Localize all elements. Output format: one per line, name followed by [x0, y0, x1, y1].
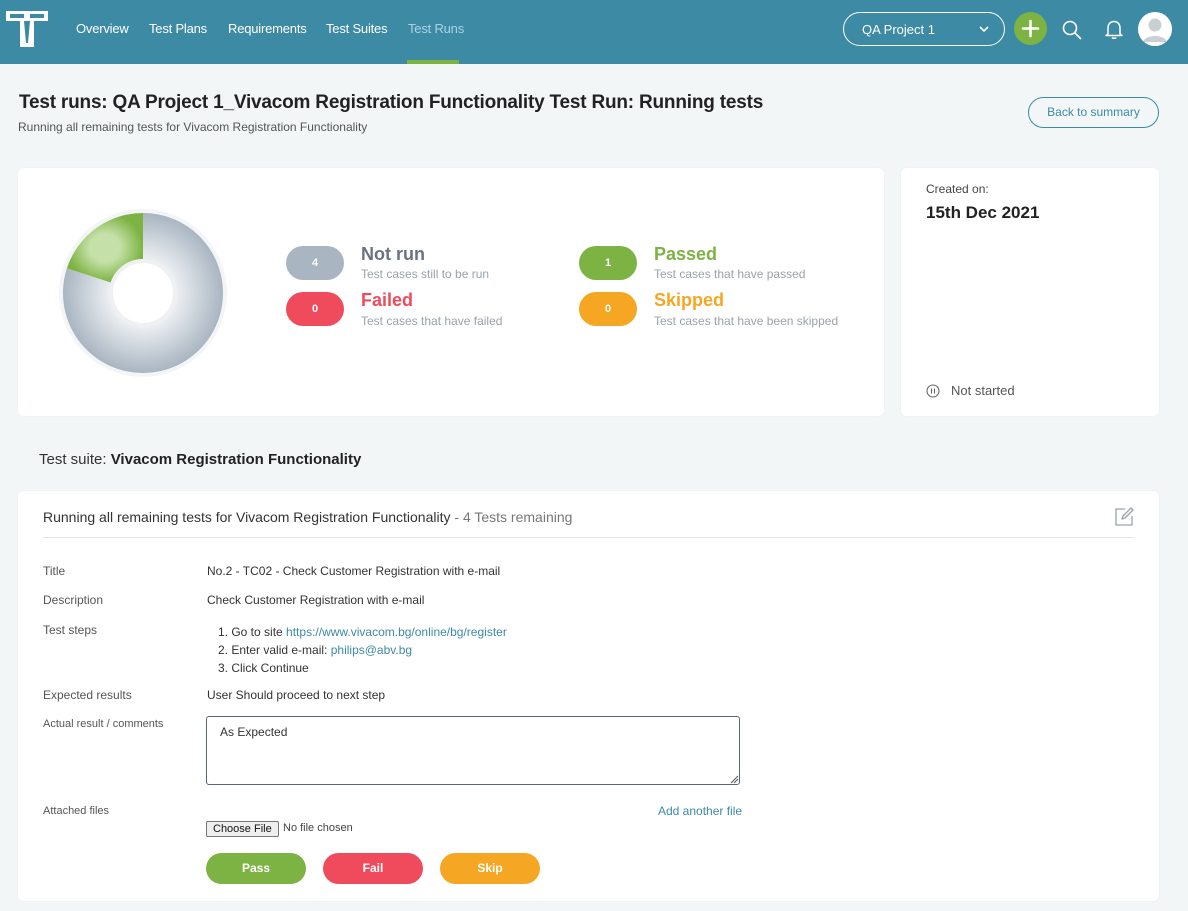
not-run-description: Test cases still to be run	[361, 267, 490, 281]
user-avatar[interactable]	[1138, 12, 1172, 46]
test-case-title: No.2 - TC02 - Check Customer Registratio…	[207, 564, 501, 578]
skipped-count-badge: 0	[579, 292, 637, 326]
skipped-description: Test cases that have been skipped	[654, 314, 839, 328]
nav-test-runs[interactable]: Test Runs	[408, 21, 464, 36]
active-nav-indicator	[407, 60, 459, 64]
actual-result-label: Actual result / comments	[43, 718, 164, 730]
step-text: Go to site	[231, 625, 283, 639]
project-selector-value: QA Project 1	[862, 22, 935, 37]
not-run-label: Not run	[361, 244, 425, 264]
test-suite-heading: Test suite: Vivacom Registration Functio…	[39, 451, 361, 468]
search-icon[interactable]	[1061, 19, 1083, 41]
description-label: Description	[43, 593, 104, 607]
step-link[interactable]: https://www.vivacom.bg/online/bg/registe…	[286, 625, 507, 639]
chevron-down-icon	[979, 26, 989, 33]
run-card-title: Running all remaining tests for Vivacom …	[43, 509, 451, 525]
title-label: Title	[43, 564, 66, 578]
results-donut-chart	[59, 209, 227, 377]
resize-grip-icon[interactable]	[730, 775, 739, 784]
expected-results-label: Expected results	[43, 688, 132, 702]
run-card-heading: Running all remaining tests for Vivacom …	[43, 509, 572, 525]
actual-result-textarea[interactable]: As Expected	[206, 716, 740, 785]
pause-circle-icon	[926, 384, 940, 398]
page-subtitle: Running all remaining tests for Vivacom …	[18, 120, 368, 134]
divider	[43, 537, 1135, 538]
passed-description: Test cases that have passed	[654, 267, 806, 281]
project-selector[interactable]: QA Project 1	[843, 12, 1005, 46]
expected-results-value: User Should proceed to next step	[207, 688, 386, 702]
failed-label: Failed	[361, 290, 414, 310]
add-button[interactable]	[1014, 12, 1047, 45]
fail-button[interactable]: Fail	[323, 853, 423, 884]
test-step: 2. Enter valid e-mail: philips@abv.bg	[218, 643, 413, 657]
no-file-chosen-text: No file chosen	[283, 822, 353, 834]
created-on-date: 15th Dec 2021	[926, 203, 1040, 222]
failed-count-badge: 0	[286, 292, 344, 326]
test-run-card: Running all remaining tests for Vivacom …	[18, 491, 1159, 901]
created-on-label: Created on:	[926, 182, 989, 196]
plus-icon	[1021, 19, 1040, 38]
bell-icon[interactable]	[1103, 18, 1125, 40]
test-steps-label: Test steps	[43, 623, 98, 637]
test-suite-prefix: Test suite:	[39, 451, 107, 468]
nav-test-plans[interactable]: Test Plans	[149, 21, 207, 36]
add-another-file-link[interactable]: Add another file	[658, 804, 742, 818]
step-text: Click Continue	[231, 661, 309, 675]
test-suite-name: Vivacom Registration Functionality	[110, 451, 362, 468]
skipped-label: Skipped	[654, 290, 725, 310]
logo-icon[interactable]	[4, 9, 50, 49]
pass-button[interactable]: Pass	[206, 853, 306, 884]
test-case-description: Check Customer Registration with e-mail	[207, 593, 425, 607]
passed-label: Passed	[654, 244, 718, 264]
top-navigation-bar: Overview Test Plans Requirements Test Su…	[0, 0, 1188, 64]
edit-icon[interactable]	[1113, 506, 1135, 528]
test-step: 3. Click Continue	[218, 661, 309, 675]
back-to-summary-button[interactable]: Back to summary	[1028, 97, 1159, 128]
skip-button[interactable]: Skip	[440, 853, 540, 884]
test-steps-list: 1. Go to site https://www.vivacom.bg/onl…	[218, 623, 507, 677]
nav-requirements[interactable]: Requirements	[228, 21, 307, 36]
run-info-card: Created on: 15th Dec 2021 Not started	[901, 168, 1159, 416]
passed-count-badge: 1	[579, 246, 637, 280]
not-run-count-badge: 4	[286, 246, 344, 280]
tests-remaining: - 4 Tests remaining	[454, 509, 573, 525]
attached-files-label: Attached files	[43, 805, 110, 817]
page-title: Test runs: QA Project 1_Vivacom Registra…	[19, 92, 764, 113]
test-step: 1. Go to site https://www.vivacom.bg/onl…	[218, 625, 507, 639]
run-summary-card: 4 Not run Test cases still to be run 0 F…	[18, 168, 884, 416]
run-status: Not started	[951, 383, 1015, 398]
failed-description: Test cases that have failed	[361, 314, 503, 328]
user-avatar-icon	[1138, 12, 1172, 46]
nav-overview[interactable]: Overview	[76, 21, 129, 36]
step-text: Enter valid e-mail:	[231, 643, 328, 657]
step-email-link[interactable]: philips@abv.bg	[331, 643, 412, 657]
nav-test-suites[interactable]: Test Suites	[326, 21, 388, 36]
choose-file-button[interactable]: Choose File	[206, 821, 279, 837]
